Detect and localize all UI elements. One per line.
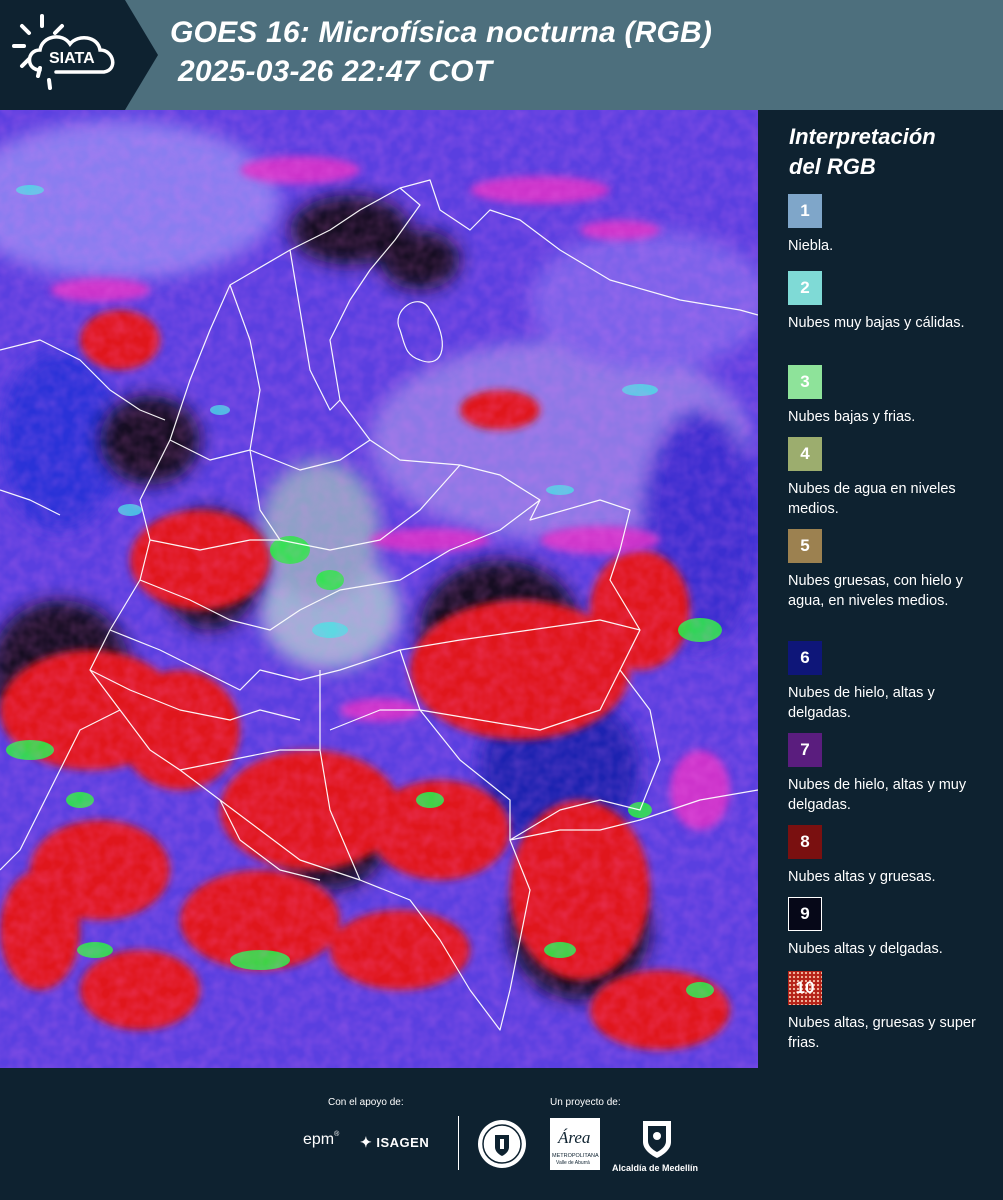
legend-title-line2: del RGB (789, 154, 876, 179)
legend-swatch: 5 (788, 529, 822, 563)
legend-label: Nubes muy bajas y cálidas. (788, 315, 965, 331)
university-seal-logo[interactable] (477, 1119, 527, 1169)
area-logo-subtext2: Valle de Aburrá (556, 1160, 590, 1166)
header-bar: SIATA GOES 16: Microfísica nocturna (RGB… (0, 0, 1003, 110)
legend-label: Nubes altas y gruesas. (788, 869, 936, 885)
legend-item-5: 5 Nubes gruesas, con hielo y agua, en ni… (788, 529, 998, 611)
legend-swatch: 1 (788, 194, 822, 228)
legend-item-7: 7 Nubes de hielo, altas y muy delgadas. (788, 733, 998, 815)
legend-title: Interpretación del RGB (789, 122, 999, 182)
legend-swatch: 8 (788, 825, 822, 859)
legend-swatch: 10 (788, 971, 822, 1005)
alcaldia-shield-icon[interactable] (640, 1118, 674, 1160)
legend-item-4: 4 Nubes de agua en niveles medios. (788, 437, 998, 519)
support-label: Con el apoyo de: (328, 1097, 404, 1108)
logo-text: SIATA (49, 50, 95, 67)
footer-divider (458, 1116, 459, 1170)
area-metropolitana-logo[interactable]: Área METROPOLITANA Valle de Aburrá (550, 1118, 600, 1170)
legend-swatch: 9 (788, 897, 822, 931)
isagen-mark-icon: ✦ (360, 1134, 373, 1150)
siata-logo[interactable]: SIATA (0, 0, 160, 110)
legend-label: Nubes de hielo, altas y muy delgadas. (788, 777, 967, 813)
epm-logo-text: epm (303, 1131, 335, 1148)
legend-item-10: 10 Nubes altas, gruesas y super frias. (788, 971, 998, 1053)
area-logo-text: Área (558, 1128, 591, 1147)
legend-item-8: 8 Nubes altas y gruesas. (788, 825, 998, 887)
legend-item-2: 2 Nubes muy bajas y cálidas. (788, 271, 998, 333)
legend-label: Nubes de agua en niveles medios. (788, 481, 956, 517)
legend-item-9: 9 Nubes altas y delgadas. (788, 897, 998, 959)
legend-swatch: 2 (788, 271, 822, 305)
legend-label: Nubes altas, gruesas y super frias. (788, 1015, 976, 1051)
legend-label: Niebla. (788, 238, 834, 254)
legend-swatch: 4 (788, 437, 822, 471)
legend-swatch: 3 (788, 365, 822, 399)
legend-label: Nubes altas y delgadas. (788, 941, 943, 957)
area-logo-subtext: METROPOLITANA (552, 1153, 599, 1159)
legend-swatch: 7 (788, 733, 822, 767)
legend-swatch: 6 (788, 641, 822, 675)
satellite-image[interactable] (0, 110, 758, 1068)
epm-logo[interactable]: epm® (303, 1131, 339, 1149)
alcaldia-logo-text[interactable]: Alcaldía de Medellín (612, 1163, 698, 1173)
legend-item-1: 1 Niebla. (788, 194, 998, 256)
footer: Con el apoyo de: Un proyecto de: epm® ✦ … (0, 1068, 1003, 1200)
legend-label: Nubes bajas y frias. (788, 409, 916, 425)
isagen-logo-text: ISAGEN (376, 1135, 430, 1150)
page-title: GOES 16: Microfísica nocturna (RGB) (170, 16, 713, 49)
legend-label: Nubes gruesas, con hielo y agua, en nive… (788, 573, 963, 609)
timestamp: 2025-03-26 22:47 COT (178, 55, 493, 88)
legend-panel: Interpretación del RGB 1 Niebla. 2 Nubes… (759, 110, 1003, 1068)
legend-item-3: 3 Nubes bajas y frias. (788, 365, 998, 427)
legend-title-line1: Interpretación (789, 124, 936, 149)
isagen-logo[interactable]: ✦ ISAGEN (360, 1134, 429, 1151)
legend-item-6: 6 Nubes de hielo, altas y delgadas. (788, 641, 998, 723)
legend-label: Nubes de hielo, altas y delgadas. (788, 685, 935, 721)
project-label: Un proyecto de: (550, 1097, 621, 1108)
rgb-composite (0, 110, 758, 1068)
